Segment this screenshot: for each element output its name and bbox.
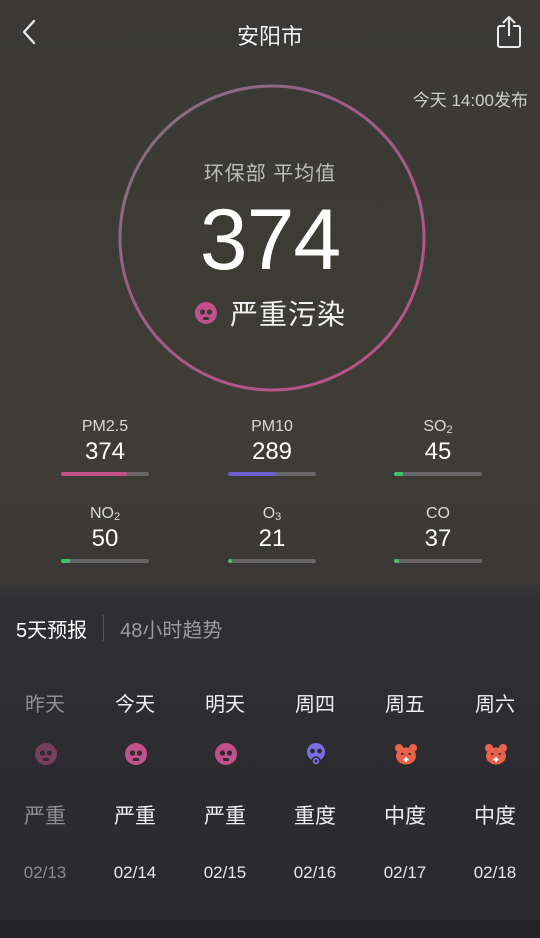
forecast-level: 中度	[474, 805, 516, 828]
forecast-level: 中度	[384, 805, 426, 828]
pollutant-co[interactable]: CO 37	[383, 505, 493, 563]
sick-face-icon	[485, 744, 507, 765]
forecast-tabs: 5天预报 48小时趋势	[16, 603, 222, 653]
pollutant-value: 45	[424, 438, 452, 465]
pollutant-bar-fill	[394, 472, 403, 476]
forecast-day-name: 周六	[475, 694, 515, 716]
pollutant-value: 21	[258, 525, 286, 552]
pollutant-pm10[interactable]: PM10 289	[217, 418, 327, 476]
page-title: 安阳市	[236, 24, 303, 49]
share-button[interactable]	[492, 14, 526, 50]
skull-icon	[35, 743, 57, 765]
forecast-date: 02/17	[383, 863, 427, 882]
pollutant-name: O	[262, 505, 276, 522]
forecast-day-name: 周四	[295, 694, 335, 716]
pollutant-no2[interactable]: NO2 50	[50, 505, 160, 563]
pollutant-bar-fill	[394, 559, 400, 563]
pollutant-pm25[interactable]: PM2.5 374	[50, 418, 160, 476]
skull-icon	[215, 743, 237, 765]
pollutant-bar	[61, 559, 149, 563]
aqi-source-label: 环保部 平均值	[203, 163, 337, 185]
aqi-value: 374	[199, 192, 342, 288]
sick-face-icon	[395, 744, 417, 765]
tab-divider	[103, 615, 105, 641]
bottom-bar	[0, 920, 540, 938]
pollutant-bar-fill	[228, 559, 233, 563]
forecast-day[interactable]: 昨天 严重 02/13	[0, 665, 90, 920]
forecast-level: 重度	[294, 805, 336, 828]
forecast-list: 昨天 严重 02/13 今天 严重 02/14 明天 严重 02/15 周四 重…	[0, 665, 540, 920]
pollutant-name: NO	[89, 505, 114, 522]
tab-48-hour-trend[interactable]: 48小时趋势	[120, 614, 222, 643]
pollutant-value: 50	[91, 525, 119, 552]
forecast-day[interactable]: 明天 严重 02/15	[180, 665, 270, 920]
forecast-level: 严重	[24, 805, 66, 828]
pollutant-o3[interactable]: O3 21	[217, 505, 327, 563]
forecast-day[interactable]: 周四 重度 02/16	[270, 665, 360, 920]
forecast-day[interactable]: 周五 中度 02/17	[360, 665, 450, 920]
pollutant-name: PM10	[251, 418, 293, 435]
pollutant-bar	[394, 472, 482, 476]
share-icon	[497, 16, 521, 48]
pollutant-bar	[228, 472, 316, 476]
tab-5-day-forecast[interactable]: 5天预报	[16, 614, 87, 643]
pollutant-bar-fill	[228, 472, 277, 476]
skull-icon	[194, 302, 217, 324]
gas-mask-icon	[307, 743, 325, 766]
forecast-date: 02/16	[293, 863, 337, 882]
aqi-level: 严重污染	[0, 293, 540, 333]
forecast-level: 严重	[204, 805, 246, 828]
pollutant-bar-fill	[61, 472, 127, 476]
pollutant-name: PM2.5	[81, 418, 129, 435]
forecast-day-name: 今天	[115, 694, 155, 716]
publish-time: 今天 14:00发布	[412, 91, 528, 110]
forecast-date: 02/13	[23, 863, 67, 882]
pollutant-name: CO	[426, 505, 450, 522]
forecast-date: 02/18	[473, 863, 517, 882]
forecast-day-name: 周五	[385, 694, 425, 716]
forecast-day[interactable]: 周六 中度 02/18	[450, 665, 540, 920]
pollutant-bar	[228, 559, 316, 563]
forecast-day-name: 明天	[205, 694, 245, 716]
forecast-day-name: 昨天	[25, 694, 65, 716]
pollutant-bar	[61, 472, 149, 476]
pollutant-so2[interactable]: SO2 45	[383, 418, 493, 476]
pollutant-value: 289	[251, 438, 293, 465]
pollutant-name: SO	[423, 418, 447, 435]
pollutant-value: 374	[84, 438, 126, 465]
forecast-day[interactable]: 今天 严重 02/14	[90, 665, 180, 920]
forecast-date: 02/14	[113, 863, 157, 882]
header: 安阳市	[0, 0, 540, 66]
pollutant-bar-fill	[61, 559, 70, 563]
forecast-level: 严重	[114, 805, 156, 828]
aqi-level-text: 严重污染	[229, 299, 346, 330]
pollutant-value: 37	[424, 525, 452, 552]
forecast-date: 02/15	[203, 863, 247, 882]
pollutant-bar	[394, 559, 482, 563]
skull-icon	[125, 743, 147, 765]
